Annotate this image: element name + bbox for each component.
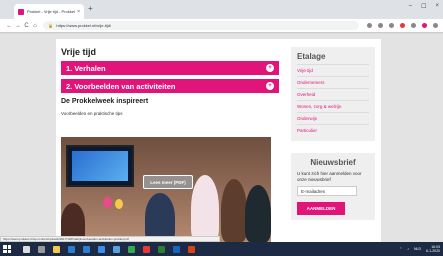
etalage-link-onderwijs[interactable]: Onderwijs: [297, 112, 369, 124]
excel-icon[interactable]: [158, 245, 165, 253]
close-window-button[interactable]: ×: [435, 3, 439, 10]
url-text[interactable]: https://www.prokkel.nl/vrije-tijd/: [56, 23, 111, 28]
powerpoint-icon[interactable]: [188, 245, 195, 253]
lock-icon: 🔒: [48, 23, 54, 28]
search-icon[interactable]: [23, 245, 30, 253]
word-icon[interactable]: [173, 245, 180, 253]
page-viewport: Vrije tijd 1. Verhalen + 2. Voorbeelden …: [0, 34, 443, 242]
newsletter-title: Nieuwsbrief: [310, 158, 356, 167]
network-icon[interactable]: ⌃: [399, 247, 402, 251]
etalage-link-particulier[interactable]: Particulier: [297, 124, 369, 136]
clock[interactable]: 16:03 6-1-2020: [426, 245, 440, 253]
plus-icon[interactable]: +: [266, 64, 274, 72]
accordion-label: 1. Verhalen: [66, 63, 106, 73]
outlook-icon[interactable]: [83, 245, 90, 253]
person: [145, 193, 175, 242]
new-tab-button[interactable]: +: [88, 5, 93, 13]
extension-icon[interactable]: [422, 23, 427, 28]
main-column: Vrije tijd 1. Verhalen + 2. Voorbeelden …: [61, 47, 279, 116]
tab-close-icon[interactable]: ×: [77, 9, 80, 15]
etalage-title: Etalage: [297, 52, 326, 61]
extension-icon[interactable]: [411, 23, 416, 28]
etalage-link-overheid[interactable]: Overheid: [297, 88, 369, 100]
extension-icons: [367, 23, 438, 28]
address-bar[interactable]: 🔒 https://www.prokkel.nl/vrije-tijd/: [43, 21, 359, 30]
reload-button[interactable]: C: [22, 23, 31, 29]
forward-button[interactable]: →: [14, 23, 23, 29]
read-more-pdf-button[interactable]: Lees meer (PDF): [143, 175, 193, 189]
adblock-icon[interactable]: [400, 23, 405, 28]
maximize-button[interactable]: ☐: [421, 3, 426, 10]
prokkelweek-photo[interactable]: Lees meer (PDF): [61, 137, 271, 242]
system-tray: ⌃ ♪ NLD 16:03 6-1-2020: [399, 245, 440, 253]
balloon: [115, 199, 123, 209]
accordion-voorbeelden[interactable]: 2. Voorbeelden van activiteiten +: [61, 79, 279, 93]
television-screen: [66, 145, 134, 187]
edge-icon[interactable]: [68, 245, 75, 253]
windows-start-icon[interactable]: [3, 245, 11, 253]
store-icon[interactable]: [98, 245, 105, 253]
clock-date: 6-1-2020: [425, 249, 440, 253]
tray-language[interactable]: NLD: [414, 247, 421, 251]
home-button[interactable]: ⌂: [31, 23, 40, 29]
volume-icon[interactable]: ♪: [407, 247, 409, 251]
etalage-link-vrije-tijd[interactable]: Vrije tijd: [297, 64, 369, 76]
person: [221, 179, 247, 242]
accordion-label: 2. Voorbeelden van activiteiten: [66, 81, 176, 91]
person: [245, 185, 271, 242]
newsletter-box: Nieuwsbrief U kunt zich hier aanmelden v…: [291, 153, 375, 220]
plus-icon[interactable]: +: [266, 82, 274, 90]
browser-toolbar: ← → C ⌂ 🔒 https://www.prokkel.nl/vrije-t…: [0, 19, 443, 33]
extension-icon[interactable]: [389, 23, 394, 28]
etalage-link-wonen[interactable]: Wonen, zorg & welzijn: [297, 100, 369, 112]
favicon-icon: [18, 8, 24, 15]
taskbar-apps: [23, 245, 195, 253]
balloon: [103, 197, 112, 208]
bookmark-star-icon[interactable]: [378, 23, 383, 28]
app-icon[interactable]: [143, 245, 150, 253]
tab-title: Prokkel - Vrije tijd - Prokkel: [27, 9, 75, 14]
newsletter-text: U kunt zich hier aanmelden voor onze nie…: [297, 171, 362, 182]
back-button[interactable]: ←: [5, 23, 14, 29]
task-view-icon[interactable]: [38, 245, 45, 253]
browser-tab-bar: Prokkel - Vrije tijd - Prokkel × + – ☐ ×: [0, 0, 443, 19]
file-explorer-icon[interactable]: [53, 245, 60, 253]
mail-icon[interactable]: [113, 245, 120, 253]
etalage-link-ondernemers[interactable]: Ondernemers: [297, 76, 369, 88]
zoom-icon[interactable]: [367, 23, 372, 28]
minimize-button[interactable]: –: [409, 3, 412, 10]
tv-image: [72, 151, 128, 181]
section-text: Voorbeelden en praktische tips: [61, 111, 123, 116]
windows-taskbar: ⌃ ♪ NLD 16:03 6-1-2020: [0, 242, 443, 256]
accordion-verhalen[interactable]: 1. Verhalen +: [61, 61, 279, 75]
sidebar: Etalage Vrije tijd Ondernemers Overheid …: [291, 47, 375, 220]
chrome-icon[interactable]: [128, 245, 135, 253]
person: [191, 175, 219, 242]
browser-tab[interactable]: Prokkel - Vrije tijd - Prokkel ×: [14, 4, 84, 19]
etalage-box: Etalage Vrije tijd Ondernemers Overheid …: [291, 47, 375, 141]
section-heading: De Prokkelweek inspireert: [61, 98, 149, 105]
content-area: Vrije tijd 1. Verhalen + 2. Voorbeelden …: [56, 39, 381, 242]
subscribe-button[interactable]: AANMELDEN: [297, 202, 345, 215]
window-controls: – ☐ ×: [409, 3, 439, 10]
email-field[interactable]: E-mailadres: [297, 186, 357, 196]
page-title: Vrije tijd: [61, 47, 97, 57]
menu-icon[interactable]: [433, 23, 438, 28]
